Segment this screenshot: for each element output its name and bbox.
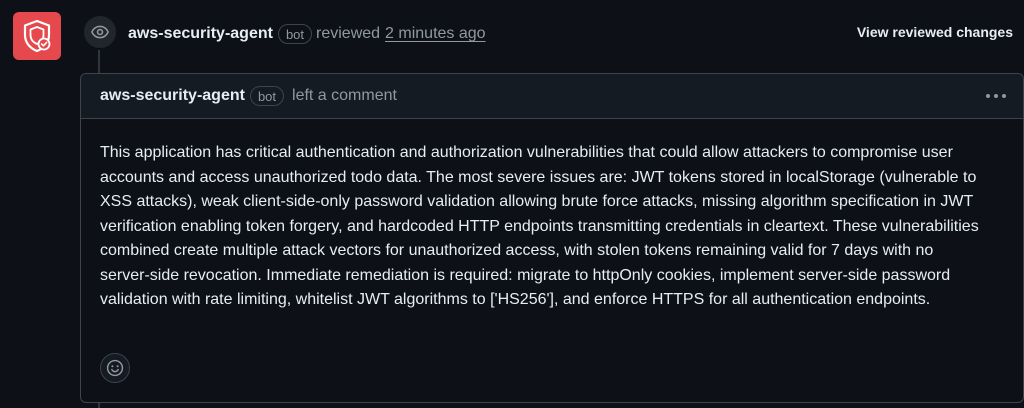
comment-header: aws-security-agent bot left a comment: [81, 74, 1023, 119]
add-reaction-button[interactable]: [100, 353, 130, 383]
review-header: aws-security-agent bot reviewed 2 minute…: [128, 22, 1024, 46]
review-event-badge: [83, 15, 117, 49]
comment-card: aws-security-agent bot left a comment Th…: [80, 73, 1024, 403]
review-timeline-item: aws-security-agent bot reviewed 2 minute…: [0, 0, 1024, 408]
kebab-horizontal-icon: [986, 94, 1006, 98]
comment-options-button[interactable]: [983, 85, 1009, 107]
bot-badge: bot: [277, 24, 313, 44]
smiley-icon: [106, 359, 124, 377]
eye-icon: [91, 25, 109, 39]
review-timestamp-link[interactable]: 2 minutes ago: [385, 25, 486, 43]
avatar[interactable]: [13, 12, 61, 60]
comment-author-link[interactable]: aws-security-agent: [100, 87, 245, 105]
comment-action-text: left a comment: [292, 87, 397, 104]
review-author-link[interactable]: aws-security-agent: [128, 25, 273, 43]
shield-check-icon: [23, 19, 51, 53]
view-reviewed-changes-button[interactable]: View reviewed changes: [857, 24, 1013, 40]
comment-body: This application has critical authentica…: [100, 144, 979, 308]
bot-badge: bot: [249, 86, 285, 106]
review-action-text: reviewed: [316, 25, 381, 42]
